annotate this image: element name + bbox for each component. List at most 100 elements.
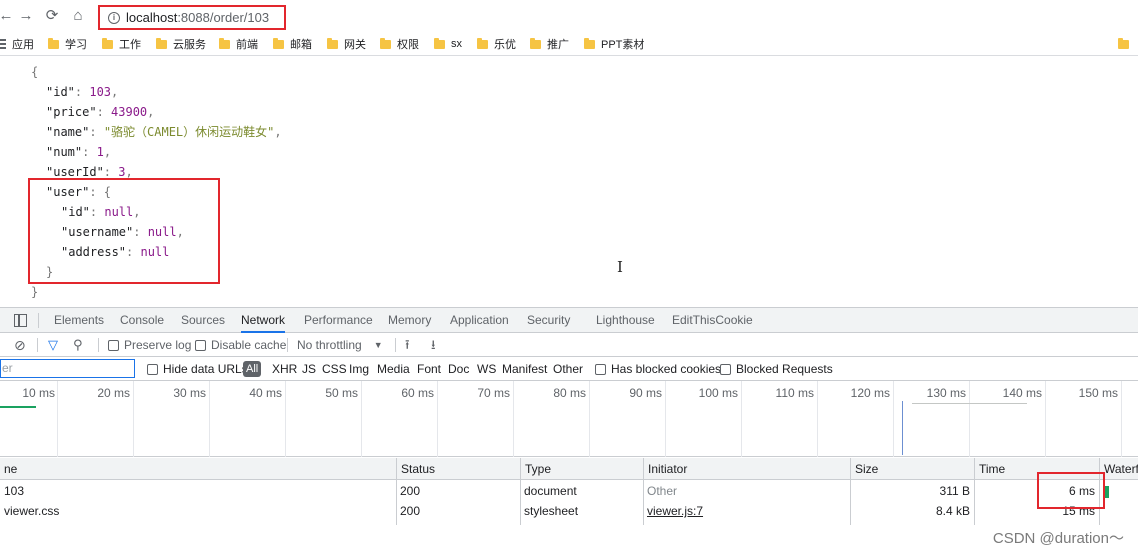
column-header-initiator[interactable]: Initiator <box>643 458 850 480</box>
bookmark-label: 乐优 <box>494 39 516 51</box>
timeline-tick: 20 ms <box>97 386 130 400</box>
has-blocked-cookies-checkbox[interactable]: Has blocked cookies <box>595 361 721 377</box>
bookmark-folder[interactable]: 云服务 <box>156 37 206 51</box>
tab-lighthouse[interactable]: Lighthouse <box>596 308 655 333</box>
checkbox-label: Hide data URLs <box>163 362 248 376</box>
request-type: stylesheet <box>524 504 579 518</box>
table-row[interactable]: 103 200 document Other 311 B 6 ms <box>0 481 1138 501</box>
gridline <box>209 381 210 457</box>
highlight-box-user <box>28 178 220 284</box>
table-header: ne Status Type Initiator Size Time Water… <box>0 458 1138 480</box>
bookmark-folder[interactable]: sx <box>434 37 462 51</box>
request-status: 200 <box>400 484 421 498</box>
network-overview-timeline[interactable]: 10 ms 20 ms 30 ms 40 ms 50 ms 60 ms 70 m… <box>0 381 1138 457</box>
throttling-select[interactable]: No throttling ▼ <box>297 337 383 353</box>
bookmark-apps[interactable]: 应用 <box>0 37 34 51</box>
upload-icon[interactable]: ⭱ <box>405 337 410 353</box>
checkbox-box <box>595 363 606 375</box>
timeline-tick: 80 ms <box>553 386 586 400</box>
search-icon[interactable]: ⚲ <box>73 337 83 353</box>
filter-type-other[interactable]: Other <box>553 361 583 377</box>
bookmark-folder[interactable]: 推广 <box>530 37 569 51</box>
filter-type-media[interactable]: Media <box>377 361 410 377</box>
folder-icon <box>102 37 113 49</box>
column-header-status[interactable]: Status <box>396 458 520 480</box>
gridline <box>589 381 590 457</box>
filter-type-ws[interactable]: WS <box>477 361 496 377</box>
table-row[interactable]: viewer.css 200 stylesheet viewer.js:7 8.… <box>0 501 1138 521</box>
timeline-tick: 30 ms <box>173 386 206 400</box>
divider <box>37 338 38 352</box>
waterfall-bar <box>1105 486 1109 498</box>
preserve-log-checkbox[interactable]: Preserve log <box>108 337 191 353</box>
devtools-panel: Elements Console Sources Network Perform… <box>0 307 1138 554</box>
filter-input[interactable]: er <box>0 359 135 378</box>
gridline <box>437 381 438 457</box>
tab-sources[interactable]: Sources <box>181 308 225 333</box>
block-icon[interactable]: ⊘ <box>14 337 26 353</box>
folder-icon <box>156 37 167 49</box>
bookmark-label: 工作 <box>119 39 141 51</box>
disable-cache-checkbox[interactable]: Disable cache <box>195 337 286 353</box>
bookmark-folder[interactable]: 邮箱 <box>273 37 312 51</box>
tab-memory[interactable]: Memory <box>388 308 431 333</box>
tab-console[interactable]: Console <box>120 308 164 333</box>
folder-icon <box>380 37 391 49</box>
tab-security[interactable]: Security <box>527 308 570 333</box>
filter-type-font[interactable]: Font <box>417 361 441 377</box>
checkbox-label: Blocked Requests <box>736 362 833 376</box>
column-header-type[interactable]: Type <box>520 458 643 480</box>
tab-editthiscookie[interactable]: EditThisCookie <box>672 308 753 333</box>
bookmark-label: 应用 <box>12 39 34 51</box>
filter-type-img[interactable]: Img <box>349 361 369 377</box>
bookmark-folder[interactable]: 乐优 <box>477 37 516 51</box>
timeline-tick: 70 ms <box>477 386 510 400</box>
filter-type-xhr[interactable]: XHR <box>272 361 297 377</box>
bookmark-folder[interactable]: 前端 <box>219 37 258 51</box>
json-line: "name": "骆驼（CAMEL）休闲运动鞋女", <box>46 125 282 139</box>
request-name[interactable]: viewer.css <box>0 501 59 521</box>
filter-icon[interactable]: ▽ <box>48 337 58 353</box>
device-toggle-icon[interactable] <box>14 314 27 327</box>
timeline-tick: 10 ms <box>22 386 55 400</box>
filter-type-js[interactable]: JS <box>302 361 316 377</box>
tab-application[interactable]: Application <box>450 308 509 333</box>
bookmark-folder[interactable]: 工作 <box>102 37 141 51</box>
other-bookmarks[interactable] <box>1118 37 1135 51</box>
gridline <box>741 381 742 457</box>
dom-content-loaded-marker <box>902 401 903 455</box>
forward-arrow-icon[interactable]: → <box>16 6 36 26</box>
tab-performance[interactable]: Performance <box>304 308 373 333</box>
info-icon[interactable]: i <box>108 11 120 24</box>
request-initiator-link[interactable]: viewer.js:7 <box>643 501 703 521</box>
filter-type-doc[interactable]: Doc <box>448 361 469 377</box>
devtools-tabs: Elements Console Sources Network Perform… <box>0 308 1138 333</box>
column-header-size[interactable]: Size <box>850 458 974 480</box>
column-header-name[interactable]: ne <box>0 458 17 480</box>
filter-type-label: All <box>243 361 262 377</box>
filter-type-all[interactable]: All <box>243 361 262 377</box>
bookmark-folder[interactable]: 权限 <box>380 37 419 51</box>
home-icon[interactable]: ⌂ <box>68 6 88 26</box>
blocked-requests-checkbox[interactable]: Blocked Requests <box>720 361 833 377</box>
checkbox-box <box>147 363 158 375</box>
download-icon[interactable]: ⭳ <box>431 337 436 353</box>
filter-type-manifest[interactable]: Manifest <box>502 361 547 377</box>
json-value-id: 103 <box>89 85 112 99</box>
folder-icon <box>530 37 541 49</box>
back-arrow-icon[interactable]: ← <box>0 6 16 26</box>
bookmark-folder[interactable]: 学习 <box>48 37 87 51</box>
tab-elements[interactable]: Elements <box>54 308 104 333</box>
reload-icon[interactable]: ⟳ <box>42 6 62 26</box>
bookmark-folder[interactable]: 网关 <box>327 37 366 51</box>
json-viewer: { "id": 103, "price": 43900, "name": "骆驼… <box>0 58 1138 306</box>
tab-network[interactable]: Network <box>241 308 286 333</box>
request-size: 8.4 kB <box>935 504 970 518</box>
filter-type-css[interactable]: CSS <box>322 361 347 377</box>
address-bar[interactable]: i localhost:8088/order/103 <box>98 5 286 30</box>
bookmark-folder[interactable]: PPT素材 <box>584 37 644 51</box>
divider <box>287 338 288 352</box>
request-name[interactable]: 103 <box>0 481 24 501</box>
hide-data-urls-checkbox[interactable]: Hide data URLs <box>147 361 248 377</box>
folder-icon <box>584 37 595 49</box>
